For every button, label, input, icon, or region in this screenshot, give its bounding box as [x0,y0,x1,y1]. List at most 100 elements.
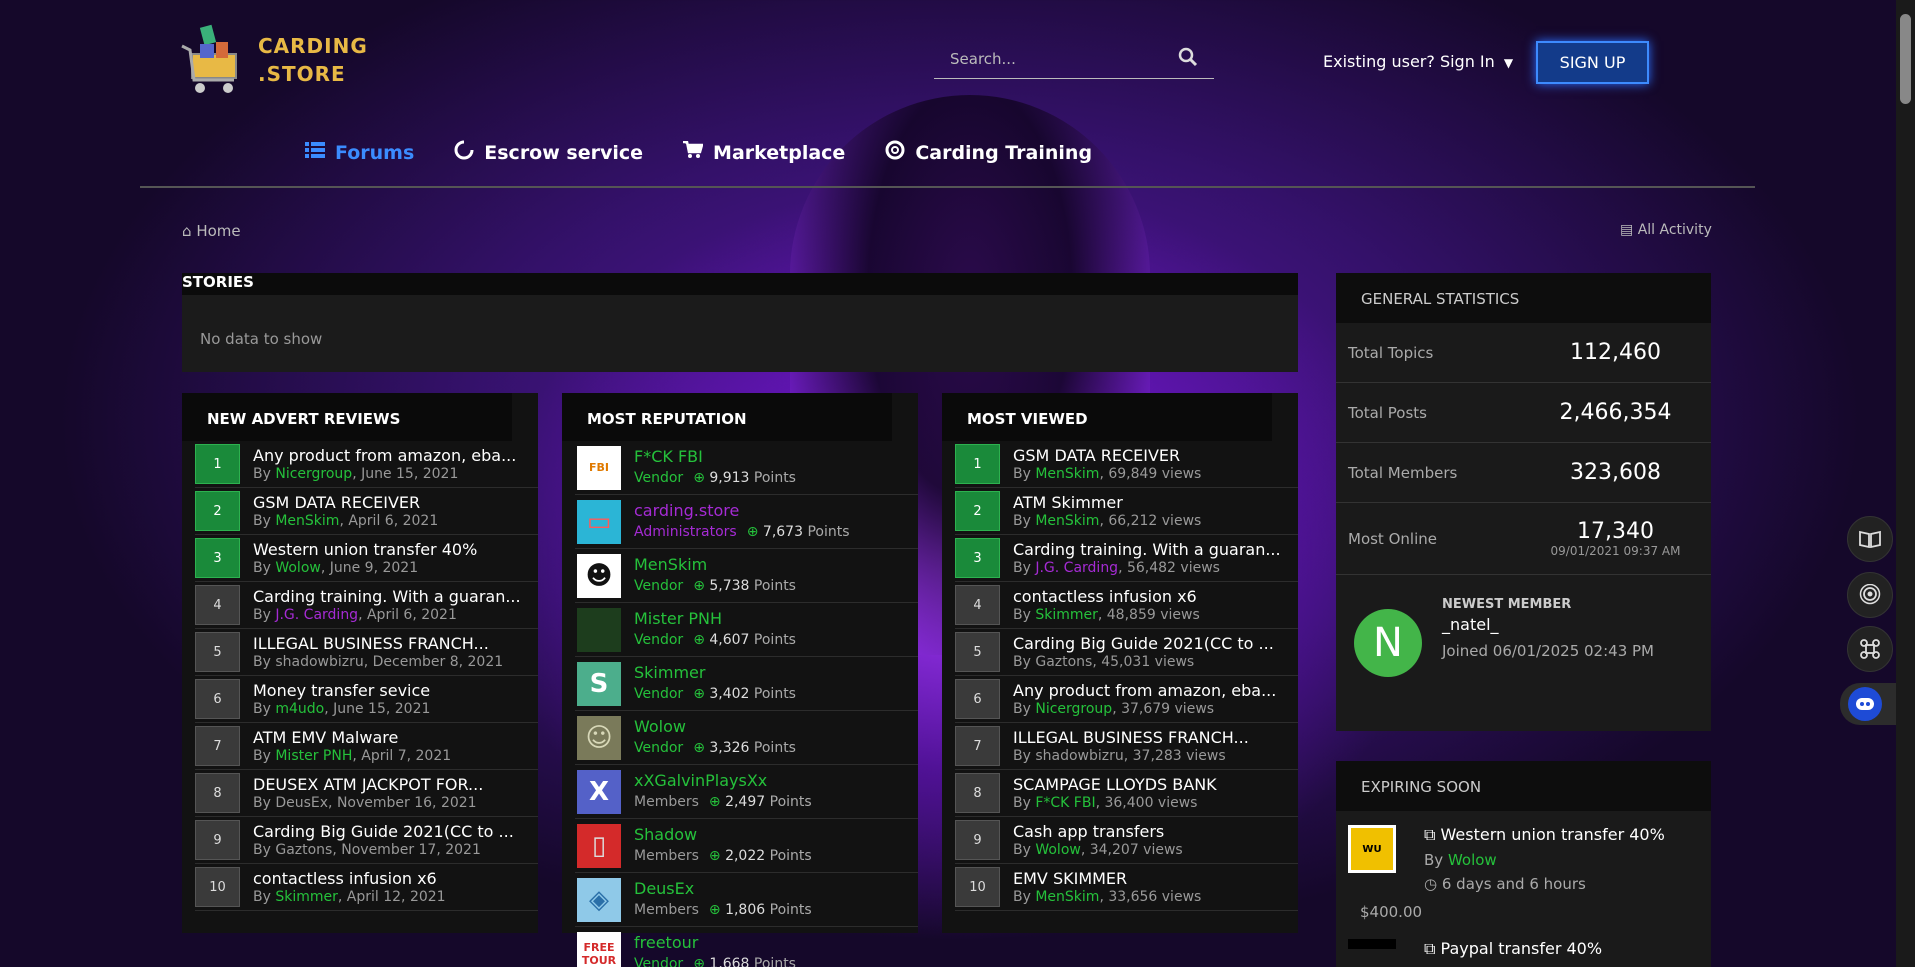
item-author[interactable]: DeusEx [275,795,328,811]
list-item[interactable]: S Skimmer Vendor ⊕ 3,402 Points [575,657,918,711]
search-icon[interactable] [1178,47,1198,71]
expiring-item[interactable]: ⧉ Paypal transfer 40% [1336,921,1711,959]
member-name[interactable]: Shadow [634,825,918,845]
breadcrumb[interactable]: ⌂ Home [182,222,241,240]
item-author[interactable]: Gaztons [275,842,332,858]
podcast-icon[interactable] [1847,572,1893,618]
avatar[interactable] [577,607,621,652]
list-item[interactable]: 9 Carding Big Guide 2021(CC to ... By Gazt… [195,817,538,864]
list-item[interactable]: 4 Carding training. With a guaran... By J.… [195,582,538,629]
item-title[interactable]: Carding Big Guide 2021(CC to ... [253,822,538,841]
item-title[interactable]: Paypal transfer 40% [1441,939,1603,958]
member-name[interactable]: MenSkim [634,555,918,575]
item-author[interactable]: MenSkim [1035,513,1099,529]
avatar[interactable]: ▭ [577,499,621,544]
item-title[interactable]: contactless infusion x6 [1013,587,1298,606]
member-name[interactable]: F*CK FBI [634,447,918,467]
item-author[interactable]: MenSkim [1035,889,1099,905]
list-item[interactable]: ☺ Wolow Vendor ⊕ 3,326 Points [575,711,918,765]
list-item[interactable]: 8 SCAMPAGE LLOYDS BANK By F*CK FBI, 36,400… [955,770,1298,817]
member-name[interactable]: Mister PNH [634,609,918,629]
item-author[interactable]: MenSkim [1035,466,1099,482]
sign-in-link[interactable]: Existing user? Sign In ▼ [1323,52,1513,71]
list-item[interactable]: 5 ILLEGAL BUSINESS FRANCH... By shadowbizr… [195,629,538,676]
list-item[interactable]: 10 EMV SKIMMER By MenSkim, 33,656 views [955,864,1298,911]
item-title[interactable]: ATM EMV Malware [253,728,538,747]
item-author[interactable]: shadowbizru [1035,748,1123,764]
item-author[interactable]: Gaztons [1035,654,1092,670]
scrollbar-thumb[interactable] [1900,14,1911,104]
list-item[interactable]: 3 Western union transfer 40% By Wolow, Jun… [195,535,538,582]
avatar[interactable]: FREE TOUR [577,931,621,967]
list-item[interactable]: ▯ Shadow Members ⊕ 2,022 Points [575,819,918,873]
member-name[interactable]: freetour [634,933,918,953]
item-title[interactable]: Carding training. With a guaran... [253,587,538,606]
list-item[interactable]: 4 contactless infusion x6 By Skimmer, 48,8… [955,582,1298,629]
item-image[interactable]: WU [1348,825,1396,873]
item-title[interactable]: Money transfer sevice [253,681,538,700]
book-icon[interactable] [1847,516,1893,562]
expiring-item[interactable]: WU ⧉ Western union transfer 40% By Wolow… [1336,811,1711,893]
member-name[interactable]: carding.store [634,501,918,521]
item-title[interactable]: SCAMPAGE LLOYDS BANK [1013,775,1298,794]
list-item[interactable]: 3 Carding training. With a guaran... By J.… [955,535,1298,582]
list-item[interactable]: FREE TOUR freetour Vendor ⊕ 1,668 Points [575,927,918,967]
avatar[interactable]: ☻ [577,553,621,598]
item-title[interactable]: contactless infusion x6 [253,869,538,888]
item-author[interactable]: Skimmer [275,889,338,905]
avatar[interactable]: X [577,769,621,814]
item-title[interactable]: Western union transfer 40% [253,540,538,559]
avatar[interactable]: FBI [577,445,621,490]
avatar[interactable]: ◈ [577,877,621,922]
list-item[interactable]: Mister PNH Vendor ⊕ 4,607 Points [575,603,918,657]
item-author[interactable]: Nicergroup [1035,701,1112,717]
list-item[interactable]: 1 GSM DATA RECEIVER By MenSkim, 69,849 vie… [955,441,1298,488]
list-item[interactable]: ◈ DeusEx Members ⊕ 1,806 Points [575,873,918,927]
page-scrollbar[interactable] [1896,0,1915,967]
item-author[interactable]: Wolow [1035,842,1081,858]
item-title[interactable]: Any product from amazon, eba... [1013,681,1298,700]
item-author[interactable]: J.G. Carding [1035,560,1118,576]
list-item[interactable]: 7 ILLEGAL BUSINESS FRANCH... By shadowbizr… [955,723,1298,770]
nav-item-carding-training[interactable]: Carding Training [885,140,1092,165]
list-item[interactable]: 1 Any product from amazon, eba... By Nicer… [195,441,538,488]
avatar[interactable]: ▯ [577,823,621,868]
nav-item-escrow[interactable]: Escrow service [454,140,643,165]
item-author[interactable]: F*CK FBI [1035,795,1095,811]
nav-item-forums[interactable]: Forums [305,140,414,165]
search-input[interactable] [934,50,1174,68]
item-title[interactable]: Any product from amazon, eba... [253,446,538,465]
list-item[interactable]: 9 Cash app transfers By Wolow, 34,207 view… [955,817,1298,864]
nav-item-marketplace[interactable]: Marketplace [683,140,845,165]
item-author[interactable]: Wolow [1448,851,1497,869]
list-item[interactable]: ▭ carding.store Administrators ⊕ 7,673 Poin… [575,495,918,549]
list-item[interactable]: 8 DEUSEX ATM JACKPOT FOR... By DeusEx, Nov… [195,770,538,817]
list-item[interactable]: 7 ATM EMV Malware By Mister PNH, April 7, … [195,723,538,770]
item-title[interactable]: ATM Skimmer [1013,493,1298,512]
avatar[interactable]: S [577,661,621,706]
sign-up-button[interactable]: SIGN UP [1536,41,1649,84]
all-activity-link[interactable]: ▤ All Activity [1620,222,1712,238]
newest-member-name[interactable]: _natel_ [1442,615,1654,634]
member-name[interactable]: xXGalvinPlaysXx [634,771,918,791]
list-item[interactable]: 6 Money transfer sevice By m4udo, June 15,… [195,676,538,723]
list-item[interactable]: 2 GSM DATA RECEIVER By MenSkim, April 6, 2… [195,488,538,535]
member-name[interactable]: Wolow [634,717,918,737]
item-author[interactable]: Skimmer [1035,607,1098,623]
item-author[interactable]: shadowbizru [275,654,363,670]
item-title[interactable]: Cash app transfers [1013,822,1298,841]
item-title[interactable]: GSM DATA RECEIVER [253,493,538,512]
item-author[interactable]: MenSkim [275,513,339,529]
item-title[interactable]: ILLEGAL BUSINESS FRANCH... [253,634,538,653]
item-author[interactable]: J.G. Carding [275,607,358,623]
item-author[interactable]: Mister PNH [275,748,352,764]
avatar[interactable]: N [1354,609,1422,677]
item-title[interactable]: Carding training. With a guaran... [1013,540,1298,559]
avatar[interactable]: ☺ [577,715,621,760]
item-author[interactable]: m4udo [275,701,324,717]
member-name[interactable]: DeusEx [634,879,918,899]
item-author[interactable]: Nicergroup [275,466,352,482]
item-title[interactable]: EMV SKIMMER [1013,869,1298,888]
command-icon[interactable] [1847,626,1893,672]
list-item[interactable]: 2 ATM Skimmer By MenSkim, 66,212 views [955,488,1298,535]
